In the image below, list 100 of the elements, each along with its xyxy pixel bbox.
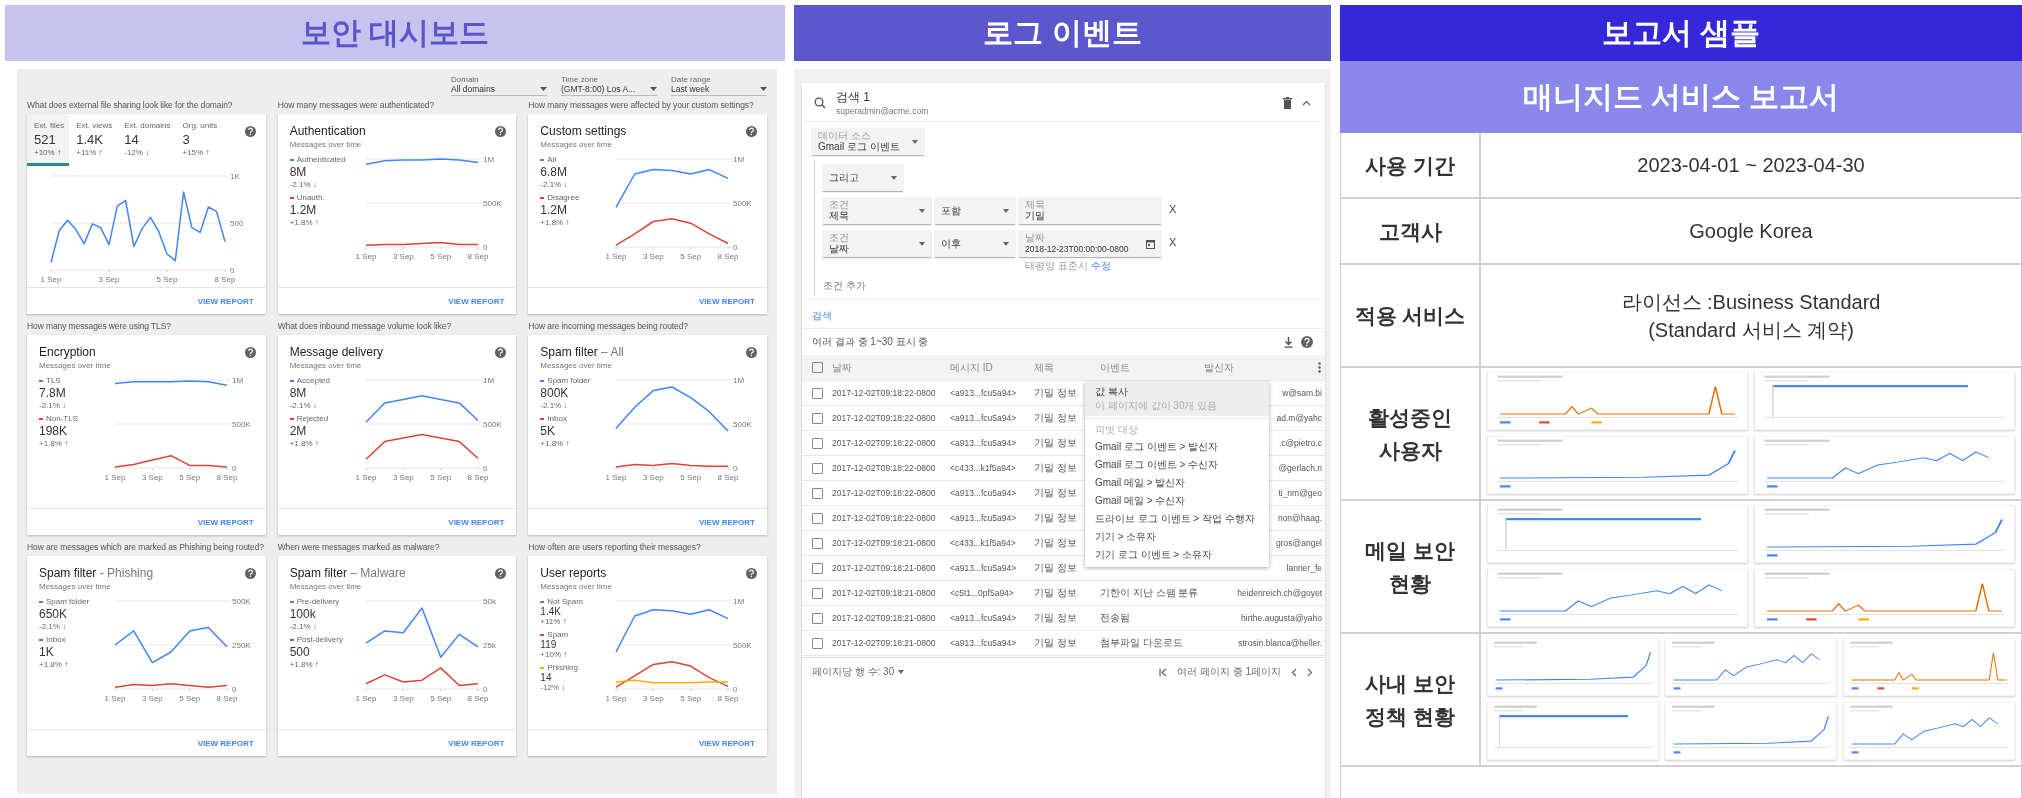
view-report-link[interactable]: VIEW REPORT <box>197 517 254 527</box>
question-text: How many messages were affected by your custom settings? <box>528 100 755 110</box>
card-title: User reports <box>540 566 608 580</box>
view-report-link[interactable]: VIEW REPORT <box>448 738 505 748</box>
metric-value: 198K <box>39 424 69 438</box>
metric-change: -2.1% ↓ <box>540 180 569 189</box>
help-icon[interactable] <box>244 347 256 358</box>
legend-label: TLS <box>46 376 61 385</box>
rows-per-page-dropdown[interactable]: 페이지당 행 수: 30 <box>812 665 905 679</box>
checkbox[interactable] <box>812 362 823 373</box>
data-source-dropdown[interactable]: 데이터 소스 Gmail 로그 이벤트 <box>812 128 924 155</box>
operator-dropdown[interactable]: 포함 <box>935 197 1015 224</box>
search-icon <box>814 96 826 109</box>
view-report-link[interactable]: VIEW REPORT <box>197 296 254 306</box>
edit-link[interactable]: 수정 <box>1090 260 1111 271</box>
metric-value: 14 <box>540 672 553 683</box>
calendar-icon[interactable] <box>1146 239 1155 249</box>
checkbox[interactable] <box>812 537 823 549</box>
axis-label: 500K <box>232 597 251 606</box>
question-text: How are incoming messages being routed? <box>528 321 689 331</box>
filter-dropdown[interactable]: Time zone (GMT-8:00) Los A... <box>561 75 657 96</box>
value-field[interactable]: 날짜 2018-12-23T00:00:00-0800 <box>1019 230 1161 257</box>
metric-tab[interactable]: Ext. files 521 +10% ↑ <box>27 114 70 166</box>
view-report-link[interactable]: VIEW REPORT <box>197 738 254 748</box>
operator-dropdown[interactable]: 그리고 <box>823 164 903 191</box>
help-icon[interactable] <box>1301 336 1313 348</box>
metric-tab[interactable]: Ext. views 1.4K +11% ↑ <box>69 114 118 166</box>
menu-item[interactable]: Gmail 로그 이벤트 > 발신자 <box>1085 438 1269 456</box>
help-icon[interactable] <box>746 568 757 579</box>
help-icon[interactable] <box>495 568 507 579</box>
axis-label: 1 Sep <box>605 473 627 482</box>
remove-button[interactable]: X <box>1165 230 1181 254</box>
view-report-link[interactable]: VIEW REPORT <box>448 296 505 306</box>
download-icon[interactable] <box>1284 336 1293 348</box>
checkbox[interactable] <box>812 637 823 649</box>
condition-dropdown[interactable]: 조건 날짜 <box>823 230 931 257</box>
help-icon[interactable] <box>244 568 256 579</box>
menu-item[interactable]: Gmail 메일 > 수신자 <box>1085 492 1269 510</box>
axis-label: 8 Sep <box>467 252 489 261</box>
chevron-up-icon[interactable] <box>1302 99 1311 106</box>
checkbox[interactable] <box>812 412 823 424</box>
help-icon[interactable] <box>746 126 757 137</box>
filter-dropdown[interactable]: Date range Last week <box>671 75 767 96</box>
view-report-link[interactable]: VIEW REPORT <box>699 296 755 306</box>
table-cell-text: 기밀 정보 <box>1034 561 1078 575</box>
view-report-link[interactable]: VIEW REPORT <box>448 517 505 527</box>
checkbox[interactable] <box>812 512 823 524</box>
metric-change: -2.1% ↓ <box>289 180 318 189</box>
more-icon[interactable] <box>1318 362 1321 373</box>
axis-label: 8 Sep <box>467 694 489 703</box>
view-report-link[interactable]: VIEW REPORT <box>699 517 755 527</box>
legend-label: Spam <box>547 630 569 639</box>
menu-item[interactable]: Gmail 로그 이벤트 > 수신자 <box>1085 456 1269 474</box>
metric-tab[interactable]: Org. units 3 +15% ↑ <box>175 114 223 166</box>
table-cell-text: 기밀 정보 <box>1034 486 1078 500</box>
remove-button[interactable]: X <box>1165 197 1181 221</box>
axis-label: 1M <box>482 376 494 385</box>
help-icon[interactable] <box>495 347 507 358</box>
trash-icon[interactable] <box>1283 96 1292 109</box>
menu-item[interactable]: 값 복사 이 페이지에 값이 30개 있음 <box>1085 382 1269 416</box>
checkbox[interactable] <box>812 437 823 449</box>
help-icon[interactable] <box>244 126 256 137</box>
help-icon[interactable] <box>495 126 507 137</box>
table-cell: strosin.blanca@heller. <box>1238 638 1322 648</box>
legend-label: Spam folder <box>547 376 591 385</box>
add-condition-link[interactable]: 조건 추가 <box>823 279 1315 293</box>
menu-item[interactable]: Gmail 메일 > 발신자 <box>1085 474 1269 492</box>
menu-item[interactable]: 기기 로그 이벤트 > 소유자 <box>1085 546 1269 564</box>
axis-label: 0 <box>733 243 738 252</box>
axis-label: 1M <box>733 376 745 385</box>
search-title: 검색 1 <box>836 89 871 106</box>
filter-dropdown[interactable]: Domain All domains <box>451 75 547 96</box>
axis-label: 8 Sep <box>216 694 238 703</box>
next-icon[interactable] <box>1307 667 1313 677</box>
checkbox[interactable] <box>812 587 823 599</box>
axis-label: 0 <box>482 464 488 473</box>
axis-label: 5 Sep <box>429 694 451 703</box>
previous-icon[interactable] <box>1291 667 1297 677</box>
metric-tab[interactable]: Ext. domains 14 -12% ↓ <box>117 114 176 166</box>
axis-label: 5 Sep <box>429 473 451 482</box>
view-report-link[interactable]: VIEW REPORT <box>699 738 755 748</box>
checkbox[interactable] <box>812 487 823 499</box>
search-link[interactable]: 검색 <box>812 310 832 321</box>
condition-dropdown[interactable]: 조건 제목 <box>823 197 931 224</box>
help-icon[interactable] <box>746 347 757 358</box>
legend-label: Inbox <box>547 414 567 423</box>
checkbox[interactable] <box>812 387 823 399</box>
checkbox[interactable] <box>812 562 823 574</box>
menu-item[interactable]: 드라이브 로그 이벤트 > 작업 수행자 <box>1085 510 1269 528</box>
menu-item[interactable]: 기기 > 소유자 <box>1085 528 1269 546</box>
checkbox[interactable] <box>812 612 823 624</box>
metric-change: -2.1% ↓ <box>289 622 318 631</box>
question-text: When were messages marked as malware? <box>277 542 441 552</box>
metric-value: 1.2M <box>289 203 318 217</box>
table-cell: @gerlach.n <box>1278 463 1322 473</box>
operator-dropdown[interactable]: 이후 <box>935 230 1015 257</box>
value-field[interactable]: 제목 기밀 <box>1019 197 1161 224</box>
card-title: Message delivery <box>289 345 384 359</box>
first-page-icon[interactable] <box>1159 667 1168 677</box>
checkbox[interactable] <box>812 462 823 474</box>
